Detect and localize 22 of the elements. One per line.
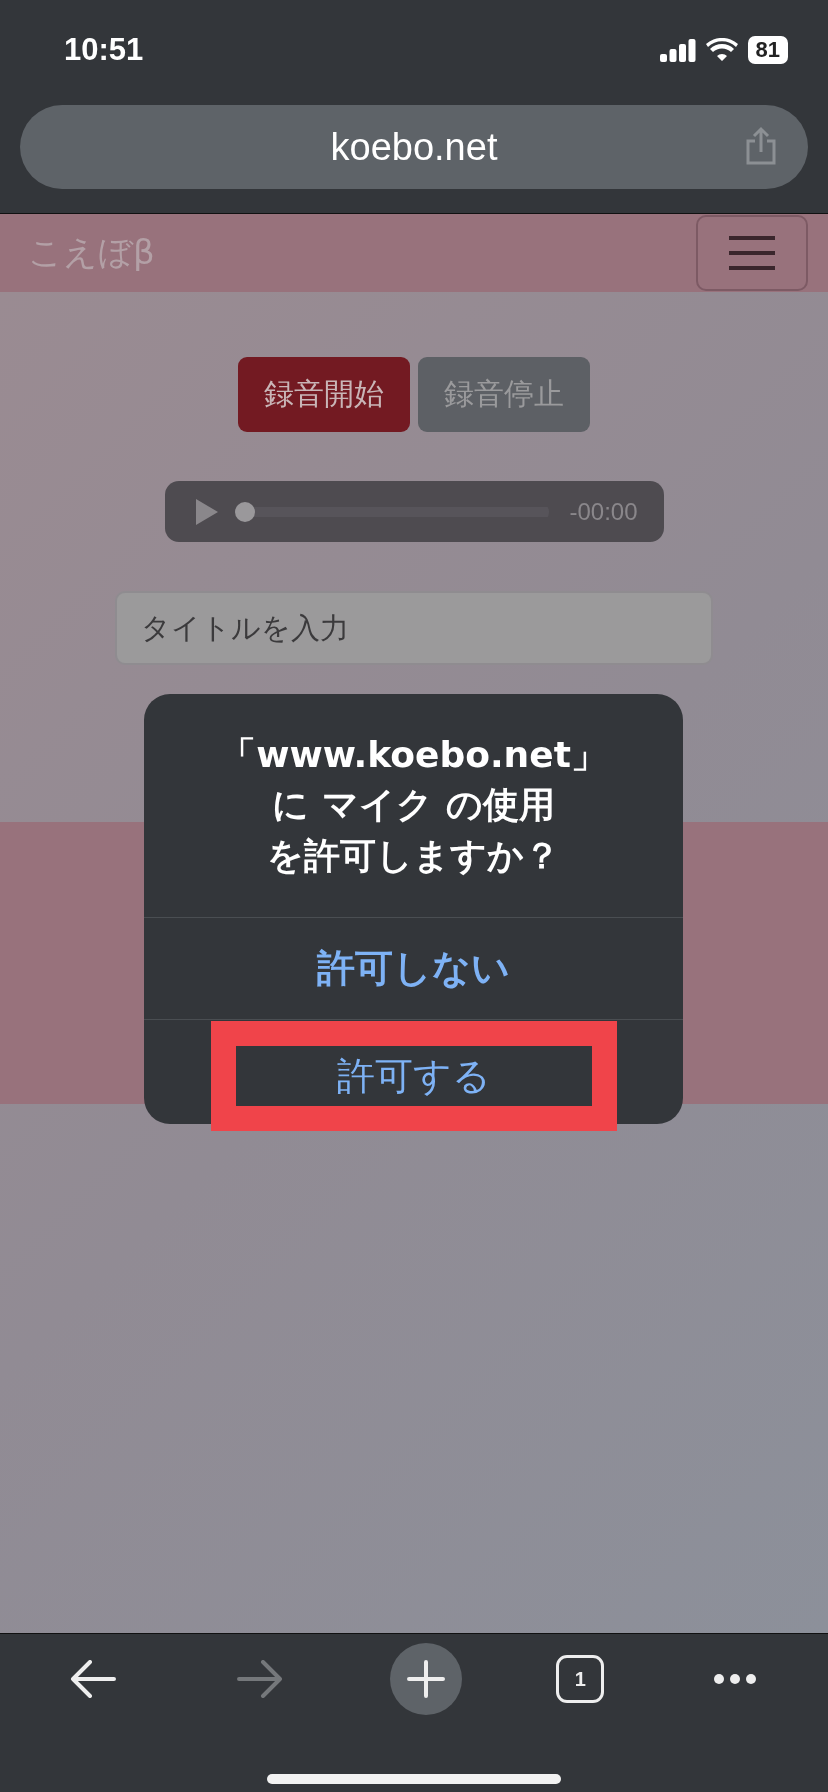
progress-thumb[interactable] <box>234 501 255 522</box>
more-icon <box>712 1673 757 1685</box>
plus-icon <box>406 1660 445 1698</box>
record-start-button[interactable]: 録音開始 <box>238 357 410 432</box>
back-arrow-icon <box>70 1660 117 1698</box>
tabs-button[interactable]: 1 <box>556 1655 605 1703</box>
wifi-icon <box>705 38 738 62</box>
dialog-message: 「www.koebo.net」 に マイク の使用 を許可しますか？ <box>220 732 607 878</box>
menu-button[interactable] <box>696 215 808 291</box>
allow-button[interactable]: 許可する <box>235 1046 592 1106</box>
clock: 10:51 <box>64 32 144 68</box>
battery-indicator: 81 <box>747 36 788 64</box>
play-icon[interactable] <box>194 497 219 526</box>
share-icon[interactable] <box>744 126 778 166</box>
url-text: koebo.net <box>330 125 498 169</box>
address-bar[interactable]: koebo.net <box>20 105 808 189</box>
signal-icon <box>659 38 696 62</box>
title-input-field[interactable]: タイトルを入力 <box>115 591 713 665</box>
remaining-time: -00:00 <box>569 497 638 526</box>
forward-arrow-icon <box>236 1660 283 1698</box>
deny-button[interactable]: 許可しない <box>144 918 683 1019</box>
menu-icon <box>727 235 777 271</box>
